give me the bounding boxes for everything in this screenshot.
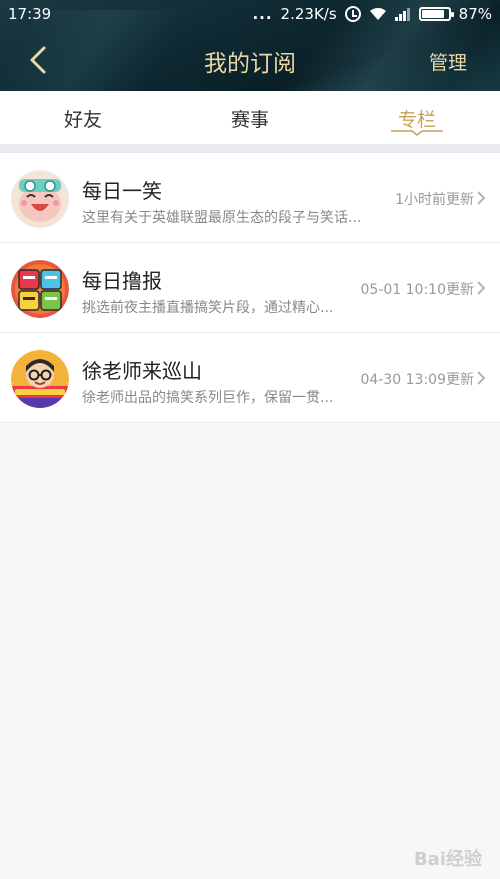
alarm-icon [344, 6, 361, 22]
chevron-right-icon [477, 191, 486, 205]
tab-bar: 好友 赛事 专栏 [0, 91, 500, 144]
item-updated: 05-01 10:10更新 [360, 282, 474, 298]
teacher-xu-avatar [11, 350, 69, 408]
watermark: Bai经验 [413, 849, 482, 870]
top-header: 17:39 ... 2.23K/s 87% 我的订阅 管理 [0, 0, 500, 91]
subscription-list: 每日一笑 这里有关于英雄联盟最原生态的段子与笑话... 1小时前更新 每日撸报 … [0, 153, 500, 423]
smiling-cartoon-avatar [11, 170, 69, 228]
item-title: 每日撸报 [82, 269, 162, 293]
wifi-icon [369, 7, 386, 20]
list-item[interactable]: 每日撸报 挑选前夜主播直播搞笑片段，通过精心... 05-01 10:10更新 [0, 243, 500, 333]
tab-friends[interactable]: 好友 [23, 105, 143, 132]
chevron-right-icon [477, 281, 486, 295]
item-title: 徐老师来巡山 [82, 359, 202, 383]
battery-percent: 87% [458, 5, 492, 23]
chevron-right-icon [477, 371, 486, 385]
item-updated: 1小时前更新 [395, 192, 474, 208]
manage-button[interactable]: 管理 [429, 48, 467, 75]
item-description: 徐老师出品的搞笑系列巨作，保留一贯... [82, 390, 334, 406]
signal-icon [394, 7, 411, 21]
page-title: 我的订阅 [204, 51, 296, 77]
status-time: 17:39 [8, 5, 52, 23]
item-title: 每日一笑 [82, 179, 162, 203]
list-item[interactable]: 徐老师来巡山 徐老师出品的搞笑系列巨作，保留一贯... 04-30 13:09更… [0, 333, 500, 423]
battery-icon [418, 7, 454, 21]
status-dots: ... [252, 5, 273, 23]
section-divider [0, 144, 500, 153]
daily-report-logo-avatar [11, 260, 69, 318]
status-bar: 17:39 ... 2.23K/s 87% [0, 0, 500, 30]
item-description: 挑选前夜主播直播搞笑片段，通过精心... [82, 300, 334, 316]
list-item[interactable]: 每日一笑 这里有关于英雄联盟最原生态的段子与笑话... 1小时前更新 [0, 153, 500, 243]
network-speed: 2.23K/s [280, 5, 337, 23]
tab-events[interactable]: 赛事 [190, 105, 310, 132]
nav-bar: 我的订阅 管理 [0, 30, 500, 91]
tab-columns[interactable]: 专栏 [357, 105, 477, 132]
tab-indicator [391, 130, 443, 136]
item-updated: 04-30 13:09更新 [360, 372, 474, 388]
item-description: 这里有关于英雄联盟最原生态的段子与笑话... [82, 210, 362, 226]
